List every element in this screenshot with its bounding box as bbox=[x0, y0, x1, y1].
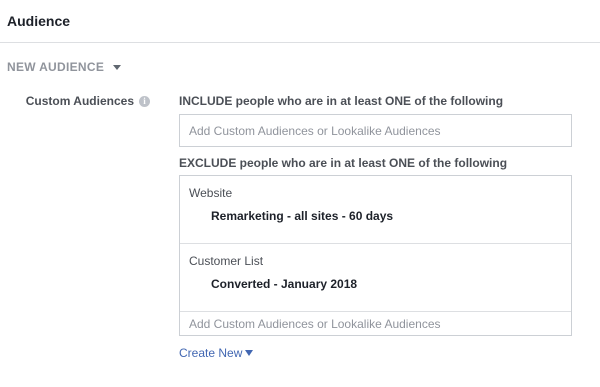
caret-down-icon bbox=[245, 350, 254, 356]
exclude-audience-input[interactable]: Add Custom Audiences or Lookalike Audien… bbox=[180, 312, 571, 335]
include-audience-input[interactable]: Add Custom Audiences or Lookalike Audien… bbox=[179, 114, 572, 147]
exclude-heading: EXCLUDE people who are in at least ONE o… bbox=[179, 156, 508, 170]
exclude-audience-placeholder: Add Custom Audiences or Lookalike Audien… bbox=[189, 316, 441, 331]
exclude-group-customer-list: Customer List Converted - January 2018 bbox=[180, 244, 571, 312]
custom-audiences-field-label: Custom Audiences i bbox=[26, 94, 150, 108]
custom-audiences-label: Custom Audiences bbox=[25, 94, 134, 108]
new-audience-toggle[interactable]: NEW AUDIENCE bbox=[7, 60, 122, 74]
exclude-group-title: Website bbox=[189, 186, 233, 200]
new-audience-label: NEW AUDIENCE bbox=[7, 60, 105, 74]
info-icon[interactable]: i bbox=[139, 95, 150, 107]
exclude-audience-list: Website Remarketing - all sites - 60 day… bbox=[179, 175, 572, 336]
panel-title: Audience bbox=[7, 13, 71, 29]
panel-header: Audience bbox=[0, 0, 600, 43]
caret-down-icon bbox=[113, 64, 122, 70]
include-heading: INCLUDE people who are in at least ONE o… bbox=[179, 94, 504, 108]
exclude-group-website: Website Remarketing - all sites - 60 day… bbox=[180, 176, 571, 244]
exclude-audience-item[interactable]: Converted - January 2018 bbox=[211, 277, 357, 291]
create-new-button[interactable]: Create New bbox=[179, 346, 254, 360]
include-audience-placeholder: Add Custom Audiences or Lookalike Audien… bbox=[189, 123, 441, 138]
create-new-label: Create New bbox=[179, 346, 243, 360]
exclude-group-title: Customer List bbox=[189, 254, 264, 268]
exclude-audience-item[interactable]: Remarketing - all sites - 60 days bbox=[211, 209, 393, 223]
